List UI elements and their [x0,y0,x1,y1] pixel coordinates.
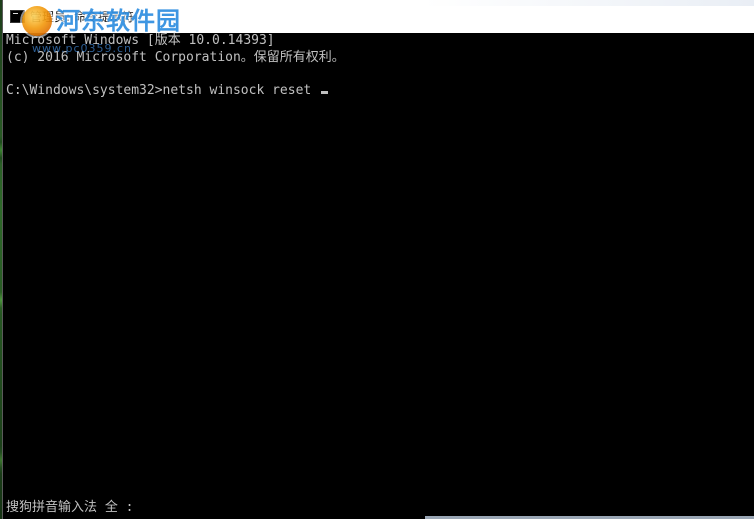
window-title: 管理员: 命令提示符 [30,10,134,24]
command-prompt-icon [10,10,25,23]
console-output[interactable]: Microsoft Windows [版本 10.0.14393] (c) 20… [3,33,754,500]
ime-status-text: 搜狗拼音输入法 全 : [6,500,134,515]
title-bar-highlight [424,0,754,6]
title-bar[interactable]: 管理员: 命令提示符 [3,0,754,33]
console-line-command: C:\Windows\system32>netsh winsock reset [6,83,329,99]
command-text: C:\Windows\system32>netsh winsock reset [6,83,320,98]
watermark-subtext: www.pc0359.cn [32,42,133,55]
text-cursor [321,91,329,94]
desktop-background: 管理员: 命令提示符 Microsoft Windows [版本 10.0.14… [0,0,754,519]
command-prompt-window[interactable]: 管理员: 命令提示符 Microsoft Windows [版本 10.0.14… [3,0,754,519]
